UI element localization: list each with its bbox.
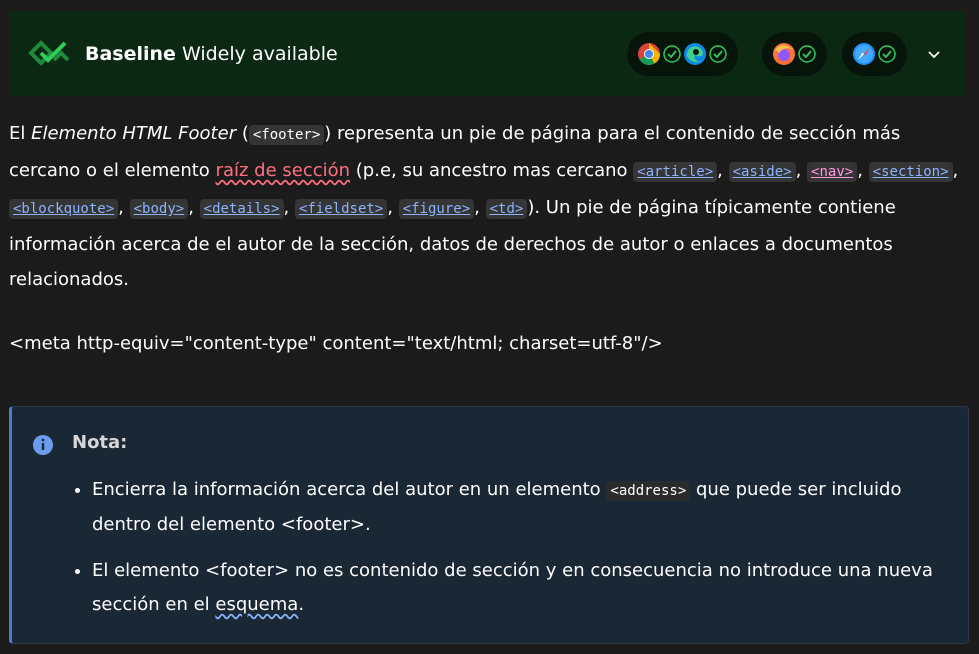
firefox-icon [773,43,795,65]
link-esquema[interactable]: esquema [215,594,298,615]
link-fieldset[interactable]: <fieldset> [294,197,388,219]
check-icon [878,45,896,63]
note-title: Nota: [72,432,128,453]
link-nav[interactable]: <nav> [807,160,858,182]
link-body[interactable]: <body> [129,197,189,219]
link-details[interactable]: <details> [199,197,284,219]
emphasis: Elemento HTML Footer [31,123,237,144]
code-nav: <nav> [807,162,858,182]
check-icon [798,45,816,63]
code-section: <section> [868,162,953,182]
check-icon [663,45,681,63]
code-article: <article> [633,162,718,182]
check-icon [709,45,727,63]
baseline-banner: Baseline Widely available [9,11,965,96]
edge-icon [684,43,706,65]
link-figure[interactable]: <figure> [398,197,475,219]
list-item: El elemento <footer> no es contenido de … [92,554,942,622]
chevron-down-icon[interactable] [926,46,942,62]
safari-icon [853,43,875,65]
footer-code: <footer> [248,125,325,145]
list-item: Encierra la información acerca del autor… [92,473,942,542]
browser-pill-firefox[interactable] [762,32,827,76]
baseline-status: Widely available [175,43,338,65]
code-figure: <figure> [398,199,475,219]
link-aside[interactable]: <aside> [728,160,796,182]
code-details: <details> [199,199,284,219]
link-blockquote[interactable]: <blockquote> [9,197,119,219]
text: . [298,594,305,615]
note-callout: Nota: Encierra la información acerca del… [9,406,969,644]
code-address: <address> [606,481,691,501]
browser-pill-chromium[interactable] [627,32,738,76]
link-td[interactable]: <td> [485,197,528,219]
text: Encierra la información acerca del autor… [92,479,607,500]
link-article[interactable]: <article> [633,160,718,182]
meta-line: <meta http-equiv="content-type" content=… [9,333,663,354]
code-blockquote: <blockquote> [9,199,119,219]
code-aside: <aside> [728,162,796,182]
text: El [9,123,32,144]
browser-pill-safari[interactable] [842,32,907,76]
baseline-label: Baseline [85,43,176,65]
link-raiz-de-seccion[interactable]: raíz de sección [216,160,351,181]
info-icon [33,435,53,455]
code-fieldset: <fieldset> [294,199,388,219]
description-paragraph: El Elemento HTML Footer (<footer>) repre… [9,123,959,290]
chrome-icon [638,43,660,65]
link-section[interactable]: <section> [868,160,953,182]
note-list: Encierra la información acerca del autor… [72,473,942,634]
description: El Elemento HTML Footer (<footer>) repre… [9,116,969,297]
baseline-check-icon [28,40,70,66]
text: ( [236,123,249,144]
code-td: <td> [485,199,528,219]
baseline-title: Baseline Widely available [85,43,338,65]
code-body: <body> [129,199,189,219]
text: (p.e, su ancestro mas cercano [350,160,634,181]
